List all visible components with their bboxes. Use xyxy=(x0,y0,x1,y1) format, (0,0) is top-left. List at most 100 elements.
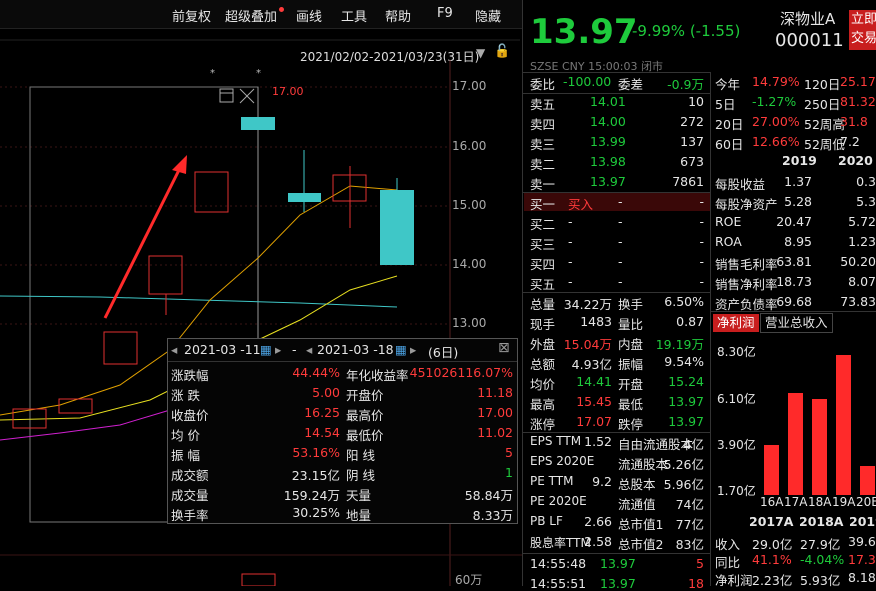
fin-value: 4亿 xyxy=(683,437,704,452)
bar-axis-tick: 6.10亿 xyxy=(717,392,756,406)
perf-label: 今年 xyxy=(715,77,741,92)
stat-value: 53.16% xyxy=(292,445,340,460)
bid-price[interactable]: 买入 xyxy=(568,194,593,213)
metric-label: 销售净利率 xyxy=(715,277,778,292)
bid-price: - xyxy=(568,214,573,229)
row-label: 净利润 xyxy=(715,573,753,588)
fin-value: 5.26亿 xyxy=(663,457,704,472)
tick-time: 14:55:48 xyxy=(530,556,587,571)
stat-value: 5 xyxy=(505,445,513,460)
metric-value: 20.47 xyxy=(776,214,812,229)
perf-label: 52周高 xyxy=(804,117,845,132)
stat-value: 44.44% xyxy=(292,365,340,380)
start-date-field[interactable]: 2021-03 -11 xyxy=(184,342,261,357)
price-change: -9.99% (-1.55) xyxy=(632,22,741,40)
metric-value: 8.07 xyxy=(848,274,876,289)
close-icon[interactable]: ⊠ xyxy=(498,340,510,356)
perf-value: 31.8 xyxy=(840,114,868,129)
metric-value: 63.81 xyxy=(776,254,812,269)
perf-value: -1.27% xyxy=(752,94,797,109)
bid-dash: - xyxy=(618,194,623,209)
ask-volume: 137 xyxy=(680,134,704,149)
bar-axis-tick: 3.90亿 xyxy=(717,438,756,452)
fin-label: 总股本 xyxy=(618,477,656,492)
stat-value: 34.22万 xyxy=(563,297,612,312)
stat-label: 成交额 xyxy=(171,468,209,483)
stat-label: 均 价 xyxy=(171,428,200,443)
metric-value: 5.3 xyxy=(856,194,876,209)
metric-value: 8.95 xyxy=(784,234,812,249)
bid-volume: - xyxy=(699,234,704,249)
tick-time: 14:55:51 xyxy=(530,576,587,591)
stat-label: 均价 xyxy=(530,377,556,392)
kline-chart-area[interactable]: 前复权 超级叠加 画线 工具 帮助 F9 隐藏 2021/02/02-2021/… xyxy=(0,0,523,587)
metric-value: 69.68 xyxy=(776,294,812,309)
metric-label: 销售毛利率 xyxy=(715,257,778,272)
metric-value: 50.20 xyxy=(840,254,876,269)
tab-revenue[interactable]: 营业总收入 xyxy=(760,313,833,333)
year-header: 2020 xyxy=(838,153,873,168)
stat-value: 19.19万 xyxy=(655,337,704,352)
svg-text:*: * xyxy=(256,68,261,79)
metric-value: 5.28 xyxy=(784,194,812,209)
stat-label: 外盘 xyxy=(530,337,556,352)
stat-label: 振 幅 xyxy=(171,448,200,463)
stat-label: 总量 xyxy=(530,297,556,312)
svg-text:*: * xyxy=(210,68,215,79)
perf-label: 5日 xyxy=(715,97,736,112)
days-count: (6日) xyxy=(428,345,459,360)
stat-label: 地量 xyxy=(346,508,372,523)
trade-now-button[interactable]: 立即交易 xyxy=(849,10,876,50)
next-end-icon[interactable]: ▸ xyxy=(410,342,416,357)
next-start-icon[interactable]: ▸ xyxy=(275,342,281,357)
fin-label: 流通值 xyxy=(618,497,656,512)
calendar-icon[interactable]: ▦ xyxy=(260,342,272,357)
stat-value: 17.00 xyxy=(477,405,513,420)
stat-value: 15.04万 xyxy=(563,337,612,352)
row-label: 收入 xyxy=(715,537,741,552)
stat-value: 159.24万 xyxy=(283,488,340,503)
stat-value: 13.97 xyxy=(668,394,704,409)
bid-volume: - xyxy=(699,254,704,269)
stat-value: 14.41 xyxy=(576,374,612,389)
bid-label: 买三 xyxy=(530,237,556,252)
ask-price: 13.98 xyxy=(590,154,626,169)
y-tick: 13.00 xyxy=(452,316,487,330)
y-tick: 15.00 xyxy=(452,198,487,212)
calendar-icon[interactable]: ▦ xyxy=(395,342,407,357)
y-tick: 17.00 xyxy=(452,79,487,93)
stat-label: 收盘价 xyxy=(171,408,209,423)
bid-label: 买四 xyxy=(530,257,556,272)
bid-volume: - xyxy=(699,274,704,289)
bid-dash: - xyxy=(618,214,623,229)
bar-mark xyxy=(860,465,875,495)
perf-label: 52周低 xyxy=(804,137,845,152)
bar-axis-tick: 1.70亿 xyxy=(717,484,756,498)
bar-label: 17A xyxy=(784,495,808,509)
last-price: 13.97 xyxy=(530,12,638,52)
fin-label: 自由流通股本 xyxy=(618,437,694,452)
perf-value: 25.17 xyxy=(840,74,876,89)
row-value: 41.1% xyxy=(752,552,792,567)
fin-label: 总市值2 xyxy=(618,537,664,552)
prev-end-icon[interactable]: ◂ xyxy=(306,342,312,357)
prev-start-icon[interactable]: ◂ xyxy=(171,342,177,357)
row-value: 8.18 xyxy=(848,570,876,585)
end-date-field[interactable]: 2021-03 -18 xyxy=(317,342,394,357)
row-value: -4.04% xyxy=(800,552,845,567)
stat-value: 23.15亿 xyxy=(291,468,340,483)
bar-mark xyxy=(788,392,803,495)
perf-value: 12.66% xyxy=(752,134,800,149)
perf-label: 20日 xyxy=(715,117,744,132)
metric-label: 每股收益 xyxy=(715,177,766,192)
ask-label: 卖四 xyxy=(530,117,556,132)
stat-label: 换手 xyxy=(618,297,644,312)
bid-dash: - xyxy=(618,254,623,269)
perf-value: 14.79% xyxy=(752,74,800,89)
tab-net-profit[interactable]: 净利润 xyxy=(713,314,759,332)
metric-value: 1.37 xyxy=(784,174,812,189)
ask-price: 13.99 xyxy=(590,134,626,149)
bid-price: - xyxy=(568,234,573,249)
fin-label: 流通股本 xyxy=(618,457,669,472)
stat-value: 11.02 xyxy=(477,425,513,440)
